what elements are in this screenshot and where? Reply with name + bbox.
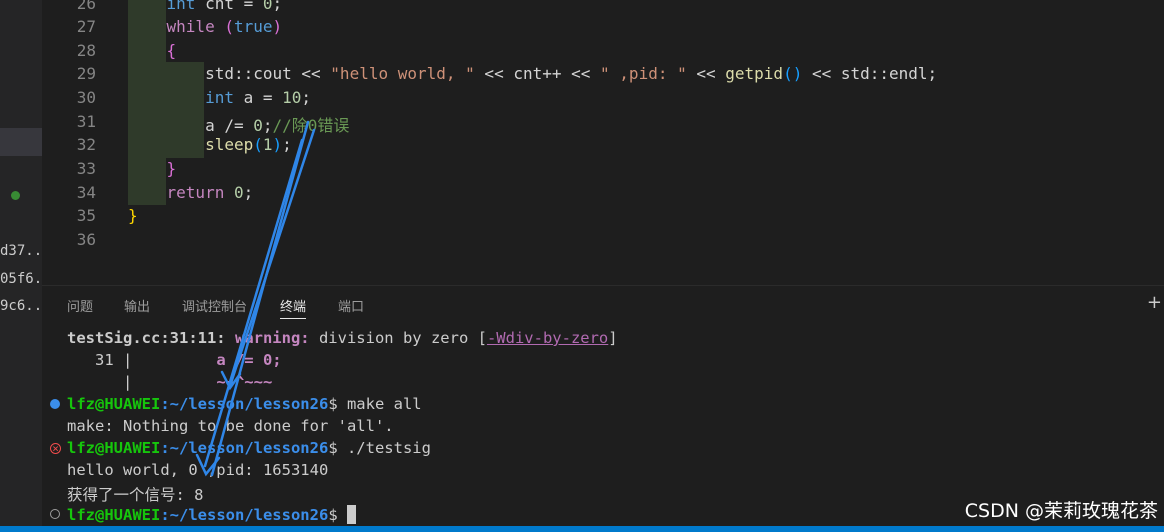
watermark: CSDN @茉莉玫瑰花茶 — [964, 500, 1158, 522]
marker-bar: | — [67, 373, 133, 391]
code-line-29[interactable]: std::cout << "hello world, " << cnt++ <<… — [128, 64, 937, 83]
code-token: sleep — [205, 135, 254, 154]
line-number: 27 — [76, 17, 96, 36]
line-number: 30 — [76, 88, 96, 107]
code-token: "hello world, " — [330, 64, 475, 83]
status-bar — [0, 526, 1164, 532]
line-number: 34 — [76, 183, 96, 202]
command-text: $ make all — [328, 395, 422, 413]
command-error-icon[interactable]: × — [50, 443, 61, 454]
code-line-33[interactable]: } — [128, 159, 177, 178]
code-token: int — [205, 88, 234, 107]
terminal-output: make: Nothing to be done for 'all'. — [67, 417, 394, 435]
terminal-line: | ~~^~~~ — [67, 373, 272, 391]
code-token: } — [128, 206, 138, 225]
code-line-32[interactable]: sleep(1); — [128, 135, 292, 154]
warning-flag-link[interactable]: -Wdiv-by-zero — [487, 329, 608, 347]
code-line-28[interactable]: { — [128, 41, 177, 60]
line-number: 32 — [76, 135, 96, 154]
line-number: 33 — [76, 159, 96, 178]
code-token: 1 — [262, 135, 273, 154]
terminal-cursor — [346, 505, 356, 524]
code-token: ( — [224, 17, 234, 36]
code-line-34[interactable]: return 0; — [128, 183, 254, 202]
command-text: $ — [328, 506, 347, 524]
tab-terminal[interactable]: 终端 — [280, 296, 307, 319]
warning-bracket: ] — [608, 329, 618, 347]
code-line-31[interactable]: a /= 0;//除0错误 — [128, 112, 349, 136]
terminal-prompt-line[interactable]: lfz@HUAWEI:~/lesson/lesson26$ — [67, 505, 356, 524]
code-token: () — [783, 64, 803, 83]
line-number: 29 — [76, 64, 96, 83]
command-success-icon[interactable] — [50, 399, 60, 409]
code-token: 0 — [262, 0, 273, 13]
line-number: 28 — [76, 41, 96, 60]
line-number: 31 — [76, 112, 96, 131]
source-snippet: a /= 0; — [132, 351, 282, 369]
tab-problems[interactable]: 问题 — [67, 296, 93, 315]
terminal-prompt-line[interactable]: lfz@HUAWEI:~/lesson/lesson26$ make all — [67, 395, 422, 413]
warning-label: warning: — [234, 329, 310, 347]
code-line-27[interactable]: while (true) — [128, 17, 283, 36]
line-number: 26 — [76, 0, 96, 13]
code-token: 10 — [282, 88, 302, 107]
new-terminal-icon[interactable]: + — [1147, 292, 1162, 313]
git-status-dot — [11, 191, 20, 200]
code-line-26[interactable]: int cnt = 0; — [128, 0, 283, 13]
tab-debug-console[interactable]: 调试控制台 — [182, 296, 247, 315]
code-token: } — [166, 159, 177, 178]
code-token: 0 — [253, 116, 263, 135]
code-token: 0 — [233, 183, 244, 202]
prompt-user: lfz@HUAWEI — [67, 439, 161, 457]
tab-output[interactable]: 输出 — [124, 296, 150, 315]
code-comment: //除0错误 — [272, 116, 350, 135]
code-token: while — [166, 17, 215, 36]
terminal-line: 31 | a /= 0; — [67, 351, 282, 369]
selected-file-row[interactable] — [0, 128, 42, 156]
terminal-prompt-line[interactable]: lfz@HUAWEI:~/lesson/lesson26$ ./testsig — [67, 439, 431, 457]
command-pending-icon[interactable] — [50, 509, 60, 519]
code-token: return — [166, 183, 225, 202]
explorer-sidebar: d37... 05f6... 9c6... — [0, 0, 59, 532]
warning-message: division by zero [ — [309, 329, 487, 347]
line-number: 36 — [76, 230, 96, 249]
warning-location: testSig.cc:31:11: — [67, 329, 226, 347]
source-line-number: 31 | — [67, 351, 133, 369]
code-line-35[interactable]: } — [128, 206, 138, 225]
prompt-user: lfz@HUAWEI — [67, 395, 161, 413]
terminal-line: testSig.cc:31:11: warning: division by z… — [67, 329, 618, 347]
code-token: int — [166, 0, 196, 13]
code-line-30[interactable]: int a = 10; — [128, 88, 311, 107]
tab-ports[interactable]: 端口 — [338, 296, 364, 315]
code-token: ) — [272, 135, 283, 154]
code-token: true — [233, 17, 273, 36]
prompt-path: :~/lesson/lesson26 — [160, 439, 329, 457]
code-token: getpid — [725, 64, 784, 83]
terminal-output: hello world, 0 ,pid: 1653140 — [67, 461, 329, 479]
prompt-user: lfz@HUAWEI — [67, 506, 161, 524]
terminal-output: 获得了一个信号: 8 — [67, 486, 204, 504]
code-token: " ,pid: " — [600, 64, 687, 83]
error-marker: ~~^~~~ — [132, 373, 273, 391]
prompt-path: :~/lesson/lesson26 — [160, 395, 329, 413]
prompt-path: :~/lesson/lesson26 — [160, 506, 329, 524]
line-number: 35 — [76, 206, 96, 225]
code-token: ( — [253, 135, 263, 154]
code-token: ) — [272, 17, 283, 36]
command-text: $ ./testsig — [328, 439, 431, 457]
code-token: { — [166, 41, 177, 60]
